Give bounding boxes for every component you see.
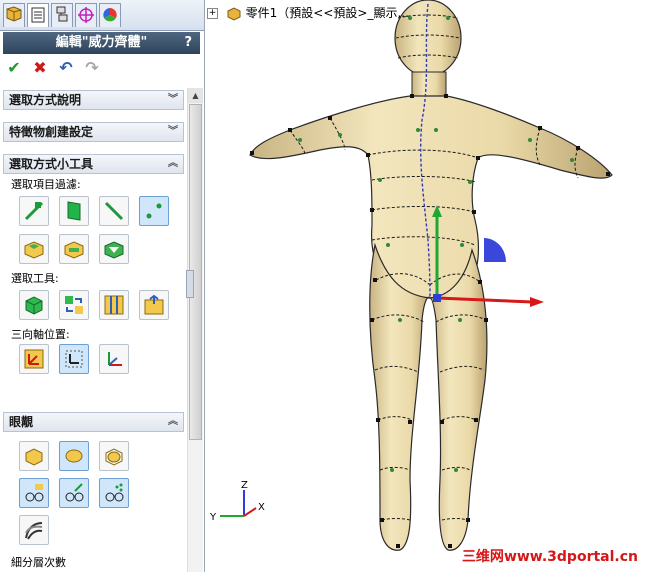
configuration-manager-tab[interactable]	[51, 3, 73, 27]
display-both-icon	[105, 448, 123, 466]
triad-x-label: X	[258, 502, 265, 513]
filter-curves-button[interactable]	[99, 196, 129, 226]
pm-scrollbar[interactable]: ▲	[187, 88, 203, 572]
feature-manager-tab[interactable]	[3, 3, 25, 27]
display-smooth-button[interactable]	[59, 441, 89, 471]
scroll-up-arrow[interactable]: ▲	[188, 88, 203, 103]
watermark-cn: 三维网	[461, 549, 504, 565]
select-tool-loop-button[interactable]	[99, 290, 129, 320]
color-wheel-icon	[103, 8, 117, 22]
green-cube-icon	[25, 296, 43, 315]
display-mesh-3-button[interactable]	[99, 478, 129, 508]
filter-box-mid-button[interactable]	[59, 234, 89, 264]
section-title: 選取方式說明	[9, 93, 82, 107]
tools-label: 選取工具:	[11, 272, 59, 285]
watermark: 三维网www.3dportal.cn	[462, 546, 638, 566]
section-title: 特徵物創建設定	[9, 125, 94, 139]
zebra-stripes-icon	[25, 522, 43, 540]
undo-button[interactable]: ↶	[56, 58, 76, 78]
filter-box-bottom-button[interactable]	[99, 234, 129, 264]
property-manager-panel: 編輯"威力齊體" ? ✔ ✖ ↶ ↷ ▲ 選取方式說明 ︾ 特徵物創建設定 ︾ …	[0, 0, 205, 572]
feature-tree-icon	[6, 6, 22, 22]
pm-title: 編輯"威力齊體"	[55, 35, 148, 50]
chevron-down-icon: ︾	[168, 126, 178, 137]
section-display[interactable]: 眼覯 ︽	[3, 412, 184, 432]
triad-z-label: Z	[241, 480, 248, 491]
filter-box-top-button[interactable]	[19, 234, 49, 264]
cancel-button[interactable]: ✖	[30, 58, 50, 78]
grid-grow-icon	[65, 296, 83, 314]
display-both-button[interactable]	[99, 441, 129, 471]
section-selection-help[interactable]: 選取方式說明 ︾	[3, 90, 184, 110]
property-sheet-icon	[31, 7, 45, 23]
zebra-stripes-button[interactable]	[19, 515, 49, 545]
edge-filter-icon	[24, 201, 44, 221]
triad-origin-icon	[24, 349, 44, 369]
filter-vertices-button[interactable]	[139, 196, 169, 226]
loop-select-icon	[104, 295, 124, 315]
filter-edges-button[interactable]	[19, 196, 49, 226]
filter-label: 選取項目過濾:	[11, 178, 81, 191]
chevron-up-icon: ︽	[168, 416, 178, 427]
display-cage-icon	[25, 448, 43, 466]
feature-tree-root[interactable]: + 零件1（預設<<預設>_顯示...	[207, 4, 409, 21]
filter-faces-button[interactable]	[59, 196, 89, 226]
display-mesh-2-button[interactable]	[59, 478, 89, 508]
select-tool-grow-button[interactable]	[59, 290, 89, 320]
help-button[interactable]: ?	[184, 32, 192, 54]
triad-y-label: Y	[209, 512, 217, 523]
section-selection-tools[interactable]: 選取方式小工具 ︽	[3, 154, 184, 174]
configuration-icon	[56, 6, 68, 22]
box-face-bottom-icon	[104, 241, 124, 259]
pm-action-bar: ✔ ✖ ↶ ↷	[4, 58, 200, 80]
crosshair-icon	[78, 7, 94, 23]
triad-axis-icon	[108, 352, 122, 366]
watermark-url: www.3dportal.cn	[503, 549, 638, 565]
neck	[411, 71, 447, 97]
ok-button[interactable]: ✔	[4, 58, 24, 78]
section-feature-settings[interactable]: 特徵物創建設定 ︾	[3, 122, 184, 142]
triad-position-label: 三向軸位置:	[11, 328, 70, 341]
ring-select-icon	[144, 294, 164, 315]
subdivision-label: 細分層次數	[11, 556, 66, 569]
face-filter-icon	[67, 201, 81, 221]
triad-position-2-button[interactable]	[59, 344, 89, 374]
glasses-dots-icon	[105, 483, 124, 502]
section-title: 眼覯	[9, 415, 34, 429]
line-filter-icon	[104, 201, 124, 221]
torso[interactable]	[249, 95, 613, 299]
reference-triad: Z Y X	[209, 480, 265, 523]
figure-model[interactable]	[205, 0, 646, 572]
select-tool-cube-button[interactable]	[19, 290, 49, 320]
chevron-up-icon: ︽	[168, 158, 178, 169]
display-smooth-icon	[65, 449, 83, 463]
triad-position-3-button[interactable]	[99, 344, 129, 374]
box-face-mid-icon	[64, 241, 84, 259]
glasses-icon	[25, 484, 44, 502]
triad-position-1-button[interactable]	[19, 344, 49, 374]
part-icon	[227, 6, 241, 21]
tree-root-label: 零件1（預設<<預設>_顯示...	[245, 6, 409, 20]
property-manager-tab[interactable]	[27, 3, 49, 27]
display-mesh-1-button[interactable]	[19, 478, 49, 508]
select-tool-ring-button[interactable]	[139, 290, 169, 320]
tree-expand-toggle[interactable]: +	[207, 8, 218, 19]
redo-button[interactable]: ↷	[82, 58, 102, 78]
display-box-button[interactable]	[19, 441, 49, 471]
manager-tabs	[0, 0, 204, 31]
chevron-down-icon: ︾	[168, 94, 178, 105]
box-face-top-icon	[24, 241, 44, 259]
glasses-line-icon	[65, 483, 84, 502]
vertex-filter-icon	[146, 203, 162, 219]
panel-splitter-grip[interactable]	[186, 270, 194, 298]
dimxpert-manager-tab[interactable]	[75, 3, 97, 27]
graphics-viewport[interactable]: + 零件1（預設<<預設>_顯示... Z Y X 三维网www.3dporta…	[205, 0, 646, 572]
pm-title-bar: 編輯"威力齊體" ?	[3, 32, 200, 54]
display-manager-tab[interactable]	[99, 3, 121, 27]
section-title: 選取方式小工具	[9, 157, 94, 171]
triad-selection-icon	[65, 350, 83, 368]
